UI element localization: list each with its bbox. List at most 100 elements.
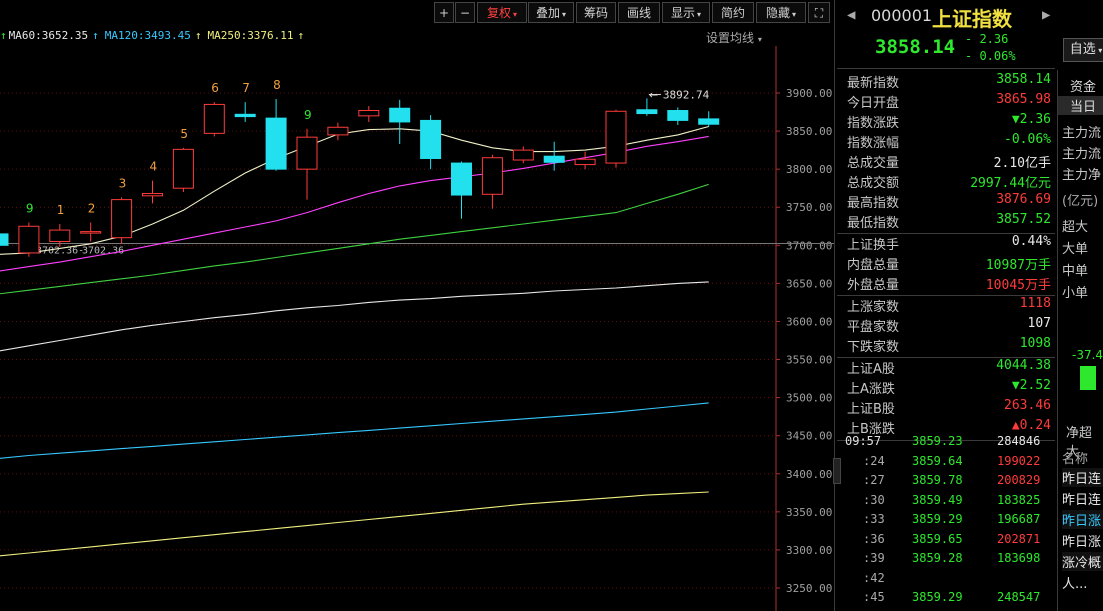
overlay-button[interactable]: 叠加 ▾ <box>528 2 574 23</box>
quote-number: 0.44% <box>1011 234 1051 249</box>
panel-divider <box>834 0 835 611</box>
next-stock-arrow[interactable]: ▶ <box>1042 7 1050 23</box>
quote-label: 内盘总量 <box>847 258 900 273</box>
order-size-label: 中单 <box>1062 264 1089 279</box>
quote-value: -0.06% <box>1004 132 1051 147</box>
quote-number: 107 <box>1027 316 1051 331</box>
concept-list-item[interactable]: 昨日连 <box>1062 489 1103 508</box>
draw-line-button-label: 画线 <box>626 6 651 20</box>
unit-label: (亿元) <box>1062 194 1099 209</box>
prev-stock-arrow[interactable]: ◀ <box>847 7 855 23</box>
quote-value: 107 <box>1028 316 1051 331</box>
candle-body <box>543 155 565 163</box>
quote-value: 2997.44亿元 <box>970 172 1051 191</box>
y-tick-label: 3850.00 <box>786 125 832 138</box>
quote-label: 总成交量 <box>847 156 900 171</box>
chart-toolbar: + − 复权 ▾ 叠加 ▾ 筹码 画线 显示 ▾ 简约 隐藏 ▾ ⛶ <box>0 0 834 26</box>
td-count-label: 5 <box>180 127 188 141</box>
quote-unit: 万手 <box>1024 258 1051 273</box>
quote-number: 3865.98 <box>996 92 1051 107</box>
fullscreen-button-label: ⛶ <box>814 6 824 20</box>
quote-number: 3857.52 <box>996 212 1051 227</box>
tick-volume: 284846 <box>997 434 1041 448</box>
candle-body <box>327 126 349 136</box>
fullscreen-button[interactable]: ⛶ <box>808 2 830 23</box>
concept-list-item[interactable]: 人... <box>1062 573 1103 592</box>
zoom-out-button-label: − <box>459 6 471 20</box>
quote-number: 10045 <box>985 278 1025 293</box>
zoom-out-button[interactable]: − <box>455 2 475 23</box>
candle-body <box>481 157 503 195</box>
quote-label: 上A涨跌 <box>847 382 895 397</box>
quote-number: 3876.69 <box>996 192 1051 207</box>
tick-row: 09:57 3859.23 284846 <box>837 434 1055 453</box>
tick-price: 3859.29 <box>912 512 963 526</box>
candle-body <box>18 225 40 254</box>
y-tick-label: 3250.00 <box>786 582 832 595</box>
quote-number: 2997.44 <box>970 176 1025 191</box>
candle-body <box>203 103 225 134</box>
tick-volume: 202871 <box>997 531 1041 546</box>
tick-volume: 199022 <box>997 453 1041 468</box>
overlay-button-label: 叠加 <box>535 6 560 20</box>
candle-body <box>234 113 256 118</box>
tick-time: :27 <box>863 473 885 487</box>
bar-value: -37.4 <box>1072 348 1103 362</box>
quote-number: 1118 <box>1019 296 1051 311</box>
simple-button[interactable]: 简约 <box>712 2 754 23</box>
candle-body <box>389 107 411 123</box>
ma-legend-item: MA120:3493.45 <box>104 29 191 42</box>
tick-volume: 183698 <box>997 551 1041 565</box>
ma-legend-item: MA60:3652.35 <box>8 29 89 42</box>
hide-button[interactable]: 隐藏 ▾ <box>756 2 806 23</box>
candle-body <box>111 199 133 239</box>
quote-label: 最高指数 <box>847 196 900 211</box>
quote-number: 3858.14 <box>996 72 1051 87</box>
chips-button[interactable]: 筹码 <box>576 2 616 23</box>
quote-number: ▼2.36 <box>1011 112 1051 127</box>
watchlist-button[interactable]: 自选 ▾ <box>1063 38 1103 62</box>
quote-label: 上证A股 <box>847 362 895 377</box>
zoom-in-button[interactable]: + <box>434 2 454 23</box>
td-count-label: 4 <box>150 160 158 174</box>
quote-value: 3857.52 <box>996 212 1051 227</box>
quote-label: 上证换手 <box>847 238 900 253</box>
chevron-down-icon: ▾ <box>513 10 518 19</box>
concept-list-item[interactable]: 涨冷概 <box>1062 552 1103 571</box>
up-arrow-icon: ↑ <box>194 29 202 42</box>
quote-label: 下跌家数 <box>847 340 900 355</box>
chevron-down-icon: ▾ <box>792 10 797 19</box>
candle-body <box>512 149 534 161</box>
y-tick-label: 3550.00 <box>786 354 832 367</box>
stock-code: 000001 <box>871 6 933 25</box>
tick-price: 3859.49 <box>912 492 963 507</box>
today-tab[interactable]: 当日 <box>1058 96 1103 115</box>
candlestick-chart[interactable]: 3900.00 3850.00 3800.00 3750.00 3700.00 3650.… <box>0 46 834 611</box>
td-count-label: 9 <box>26 201 34 215</box>
quote-value: 1118 <box>1020 296 1051 311</box>
display-button[interactable]: 显示 ▾ <box>662 2 710 23</box>
candle-body <box>358 110 380 117</box>
ma-settings-link[interactable]: 设置均线 ▾ <box>706 29 762 46</box>
tick-price: 3859.64 <box>912 453 963 468</box>
y-tick-label: 3900.00 <box>786 87 832 100</box>
tick-time: :42 <box>863 570 885 585</box>
fund-tab[interactable]: 资金 <box>1070 76 1096 95</box>
y-tick-label: 3800.00 <box>786 163 832 176</box>
tick-row: :42 <box>837 571 1055 590</box>
quote-label: 今日开盘 <box>847 96 900 111</box>
tick-time: :36 <box>863 531 885 546</box>
concept-list-item[interactable]: 昨日涨 <box>1062 531 1103 550</box>
name-header: 名称 <box>1062 452 1089 467</box>
concept-list-item[interactable]: 昨日涨 <box>1062 510 1103 529</box>
tick-price: 3859.23 <box>912 434 963 448</box>
candle-body <box>698 118 720 125</box>
candle-body <box>49 229 71 242</box>
tick-price: 3859.65 <box>912 531 963 546</box>
adjust-button[interactable]: 复权 ▾ <box>477 2 527 23</box>
draw-line-button[interactable]: 画线 <box>618 2 660 23</box>
ma-line-ma5 <box>0 125 709 255</box>
tick-row: :36 3859.65 202871 <box>837 532 1055 551</box>
concept-list-item[interactable]: 昨日连 <box>1062 468 1103 487</box>
display-button-label: 显示 <box>670 6 695 20</box>
